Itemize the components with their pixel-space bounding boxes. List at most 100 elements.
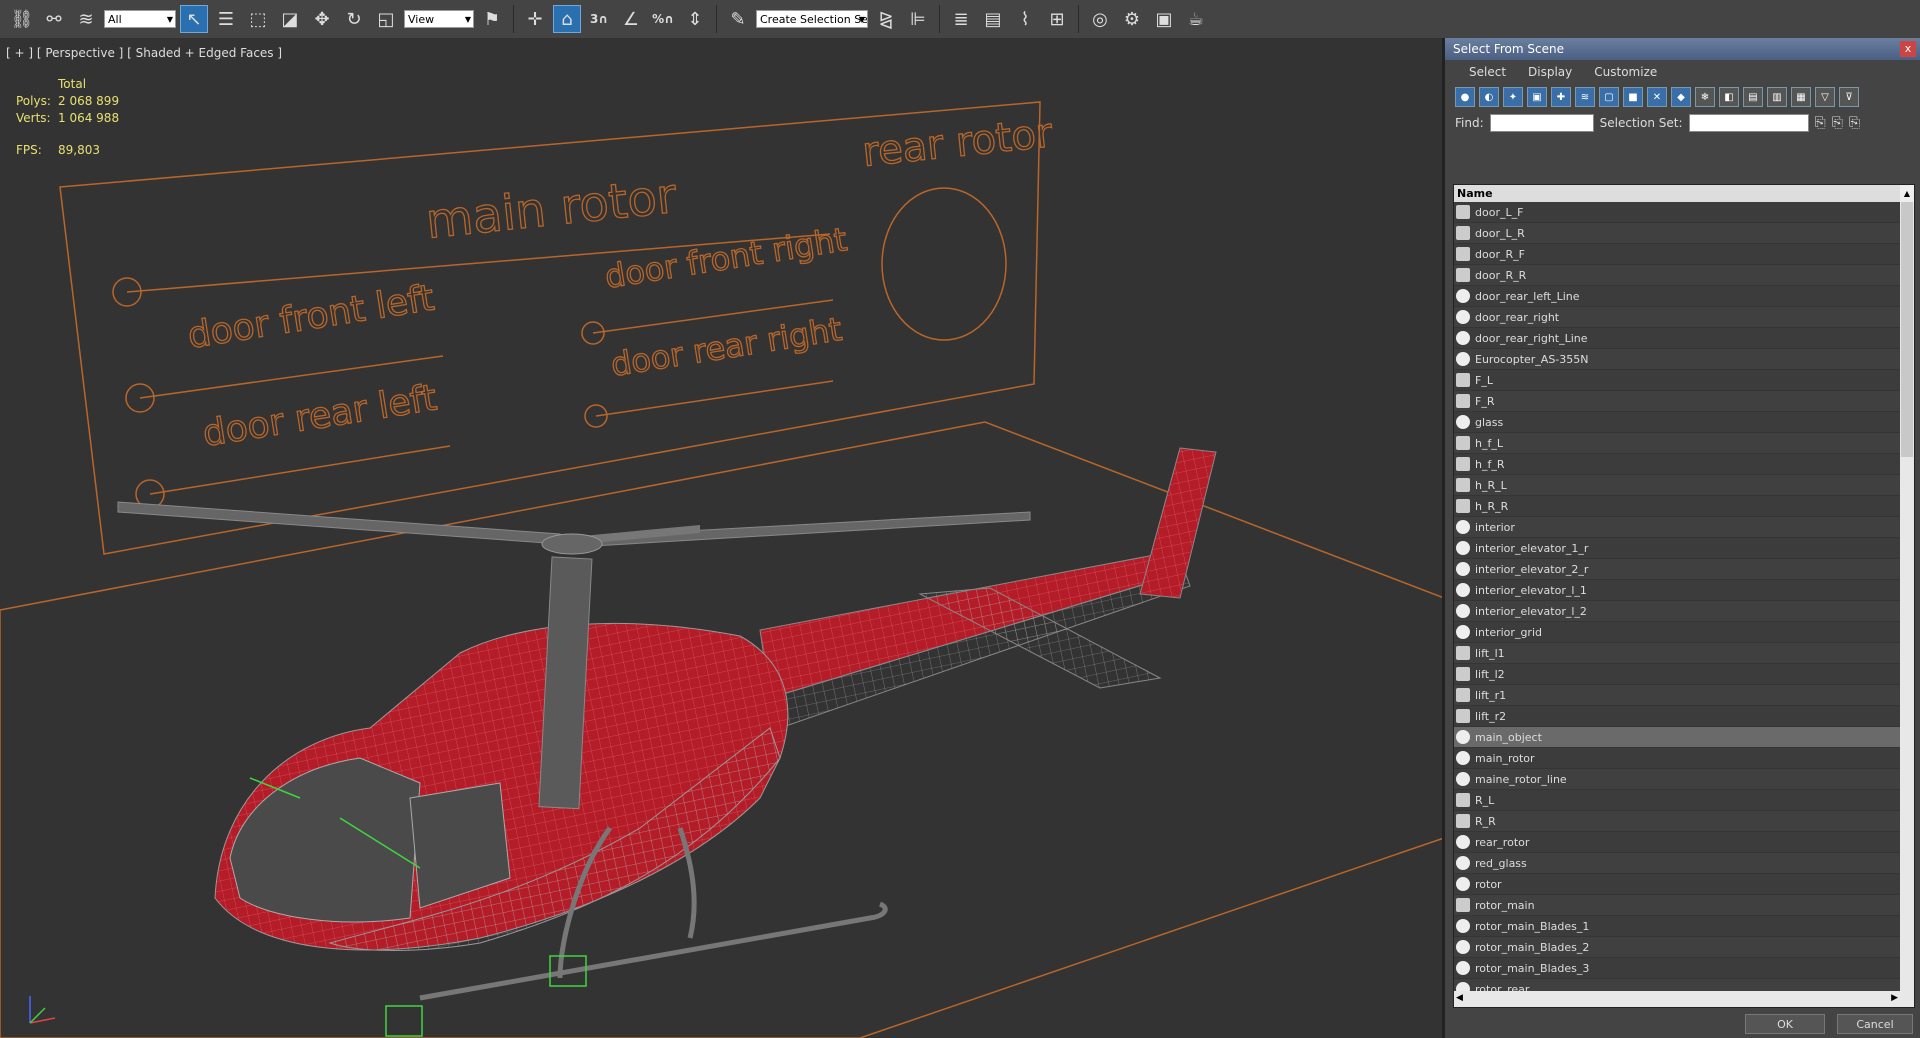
- list-item[interactable]: door_R_F: [1454, 244, 1914, 265]
- scroll-right-icon[interactable]: ▶: [1891, 993, 1898, 1003]
- graphite-modeling-icon[interactable]: ▤: [979, 5, 1007, 33]
- link-icon[interactable]: ⛓: [8, 5, 36, 33]
- layer-manager-icon[interactable]: ≣: [947, 5, 975, 33]
- list-item[interactable]: h_f_L: [1454, 433, 1914, 454]
- selection-set-add-icon[interactable]: ⎘: [1832, 115, 1843, 131]
- render-setup-icon[interactable]: ⚙: [1118, 5, 1146, 33]
- list-header-name[interactable]: Name ▲: [1454, 185, 1914, 202]
- list-item[interactable]: R_L: [1454, 790, 1914, 811]
- list-item[interactable]: door_R_R: [1454, 265, 1914, 286]
- list-item[interactable]: lift_r2: [1454, 706, 1914, 727]
- pivot-center-icon[interactable]: ⚑: [478, 5, 506, 33]
- align-icon[interactable]: ⊫: [904, 5, 932, 33]
- vertical-scrollbar-thumb[interactable]: [1901, 202, 1913, 457]
- list-item[interactable]: door_L_F: [1454, 202, 1914, 223]
- display-geometry-icon[interactable]: ●: [1455, 87, 1475, 107]
- scroll-left-icon[interactable]: ◀: [1456, 993, 1463, 1003]
- list-item[interactable]: R_R: [1454, 811, 1914, 832]
- select-none-icon[interactable]: ▥: [1767, 87, 1787, 107]
- list-item[interactable]: red_glass: [1454, 853, 1914, 874]
- list-item[interactable]: F_R: [1454, 391, 1914, 412]
- material-editor-icon[interactable]: ◎: [1086, 5, 1114, 33]
- ok-button[interactable]: OK: [1745, 1014, 1825, 1034]
- display-groups-icon[interactable]: ▢: [1599, 87, 1619, 107]
- list-item[interactable]: interior_elevator_1_r: [1454, 538, 1914, 559]
- display-cameras-icon[interactable]: ▣: [1527, 87, 1547, 107]
- snaps-toggle-icon[interactable]: 3 ∩: [585, 5, 613, 33]
- filter-options-icon[interactable]: ⊽: [1839, 87, 1859, 107]
- selection-filter-dropdown[interactable]: All: [104, 10, 176, 28]
- list-item[interactable]: interior_grid: [1454, 622, 1914, 643]
- window-crossing-icon[interactable]: ◪: [276, 5, 304, 33]
- list-item[interactable]: main_rotor: [1454, 748, 1914, 769]
- menu-customize[interactable]: Customize: [1594, 65, 1657, 79]
- filter-icon[interactable]: ▽: [1815, 87, 1835, 107]
- curve-editor-icon[interactable]: ⌇: [1011, 5, 1039, 33]
- list-item[interactable]: lift_l2: [1454, 664, 1914, 685]
- display-spacewarps-icon[interactable]: ≋: [1575, 87, 1595, 107]
- list-item[interactable]: door_rear_right: [1454, 307, 1914, 328]
- selection-set-remove-icon[interactable]: ⎘: [1849, 115, 1860, 131]
- selection-set-dropdown[interactable]: [1688, 114, 1809, 132]
- display-hidden-icon[interactable]: ◧: [1719, 87, 1739, 107]
- display-shapes-icon[interactable]: ◐: [1479, 87, 1499, 107]
- cancel-button[interactable]: Cancel: [1837, 1014, 1913, 1034]
- vertical-scrollbar[interactable]: [1900, 202, 1914, 991]
- list-item[interactable]: interior_elevator_2_r: [1454, 559, 1914, 580]
- scene-object-list[interactable]: Name ▲ door_L_F door_L_R door_R_F door_R_R d…: [1453, 184, 1915, 1008]
- rectangular-selection-icon[interactable]: ⬚: [244, 5, 272, 33]
- list-item[interactable]: main_object: [1454, 727, 1914, 748]
- viewport-label[interactable]: [ + ] [ Perspective ] [ Shaded + Edged F…: [6, 46, 282, 60]
- spinner-snap-icon[interactable]: ⇕: [681, 5, 709, 33]
- list-item[interactable]: rear_rotor: [1454, 832, 1914, 853]
- list-item[interactable]: rotor_main_Blades_2: [1454, 937, 1914, 958]
- select-manipulate-icon[interactable]: ✛: [521, 5, 549, 33]
- display-frozen-icon[interactable]: ❄: [1695, 87, 1715, 107]
- list-item[interactable]: glass: [1454, 412, 1914, 433]
- close-icon[interactable]: x: [1900, 41, 1916, 57]
- display-lights-icon[interactable]: ✦: [1503, 87, 1523, 107]
- list-item[interactable]: rotor_main: [1454, 895, 1914, 916]
- selection-set-save-icon[interactable]: ⎘: [1815, 115, 1826, 131]
- render-production-icon[interactable]: ☕: [1182, 5, 1210, 33]
- edit-named-selection-icon[interactable]: ✎: [724, 5, 752, 33]
- list-item[interactable]: h_R_R: [1454, 496, 1914, 517]
- menu-select[interactable]: Select: [1469, 65, 1506, 79]
- percent-snap-icon[interactable]: % ∩: [649, 5, 677, 33]
- select-by-name-icon[interactable]: ☰: [212, 5, 240, 33]
- rendered-frame-window-icon[interactable]: ▣: [1150, 5, 1178, 33]
- select-object-icon[interactable]: ↖: [180, 5, 208, 33]
- rotate-icon[interactable]: ↻: [340, 5, 368, 33]
- select-invert-icon[interactable]: ▦: [1791, 87, 1811, 107]
- list-item[interactable]: rotor: [1454, 874, 1914, 895]
- list-item[interactable]: F_L: [1454, 370, 1914, 391]
- list-item[interactable]: door_L_R: [1454, 223, 1914, 244]
- display-xrefs-icon[interactable]: ■: [1623, 87, 1643, 107]
- find-input[interactable]: [1489, 114, 1594, 132]
- list-item[interactable]: interior_elevator_l_1: [1454, 580, 1914, 601]
- dialog-title-bar[interactable]: Select From Scene x: [1445, 38, 1920, 60]
- scroll-up-icon[interactable]: ▲: [1900, 185, 1914, 202]
- list-item[interactable]: lift_l1: [1454, 643, 1914, 664]
- list-item[interactable]: rotor_main_Blades_3: [1454, 958, 1914, 979]
- list-item[interactable]: lift_r1: [1454, 685, 1914, 706]
- select-all-icon[interactable]: ▤: [1743, 87, 1763, 107]
- list-item[interactable]: door_rear_left_Line: [1454, 286, 1914, 307]
- mirror-icon[interactable]: ⧎: [872, 5, 900, 33]
- bind-spacewarp-icon[interactable]: ≋: [72, 5, 100, 33]
- keyboard-shortcut-override-icon[interactable]: ⌂: [553, 5, 581, 33]
- move-icon[interactable]: ✥: [308, 5, 336, 33]
- horizontal-scrollbar[interactable]: ◀ ▶: [1454, 991, 1914, 1007]
- display-containers-icon[interactable]: ◆: [1671, 87, 1691, 107]
- schematic-view-icon[interactable]: ⊞: [1043, 5, 1071, 33]
- list-item[interactable]: interior_elevator_l_2: [1454, 601, 1914, 622]
- list-item[interactable]: h_f_R: [1454, 454, 1914, 475]
- list-item[interactable]: maine_rotor_line: [1454, 769, 1914, 790]
- list-item[interactable]: door_rear_right_Line: [1454, 328, 1914, 349]
- unlink-icon[interactable]: ⚯: [40, 5, 68, 33]
- named-selection-dropdown[interactable]: Create Selection Se: [756, 10, 868, 28]
- display-helpers-icon[interactable]: ✚: [1551, 87, 1571, 107]
- menu-display[interactable]: Display: [1528, 65, 1572, 79]
- scale-icon[interactable]: ◱: [372, 5, 400, 33]
- list-item[interactable]: rotor_main_Blades_1: [1454, 916, 1914, 937]
